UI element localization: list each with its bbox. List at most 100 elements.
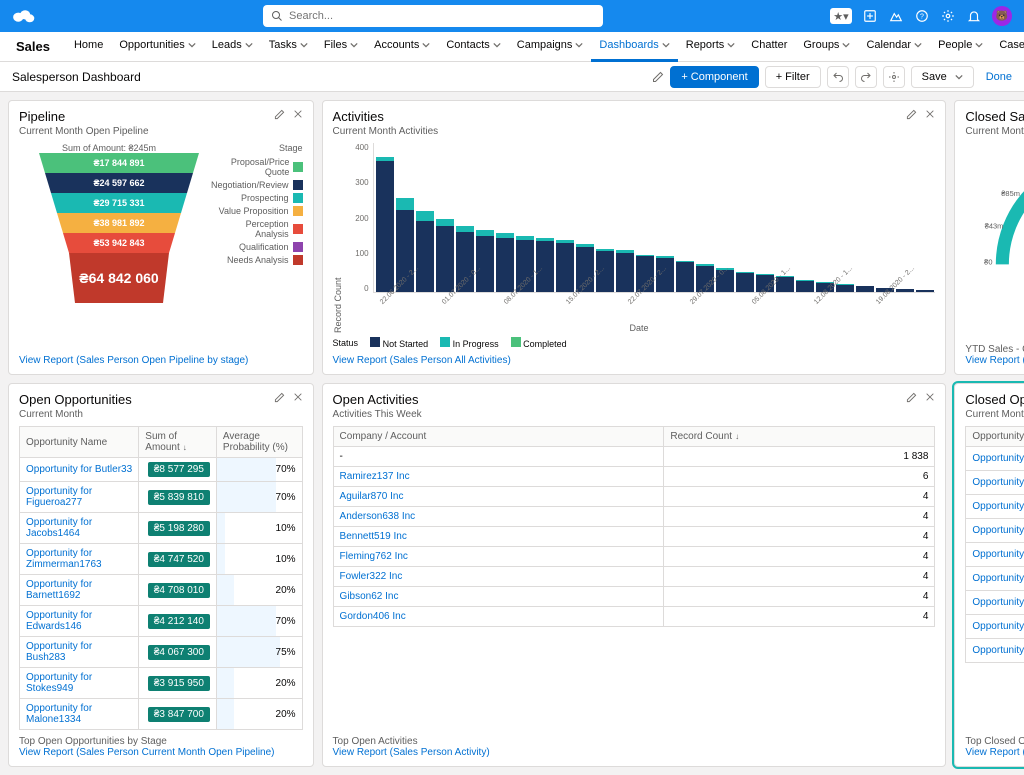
close-icon[interactable] — [293, 392, 303, 402]
opp-link[interactable]: Opportunity for Stokes949 — [26, 672, 92, 694]
legend-item: Proposal/Price Quote — [211, 157, 303, 177]
edit-icon[interactable] — [906, 392, 917, 403]
card-open-activities[interactable]: Open Activities Activities This Week Com… — [322, 383, 947, 767]
add-component-button[interactable]: + Component — [670, 66, 758, 88]
close-icon[interactable] — [293, 109, 303, 119]
col-name[interactable]: Opportunity Name — [20, 427, 139, 458]
undo-button[interactable] — [827, 66, 849, 88]
col-company[interactable]: Company / Account — [333, 427, 664, 447]
open-acts-table: Company / Account Record Count↓ -1 838Ra… — [333, 426, 936, 627]
report-link[interactable]: View Report (Sales Person MTD Sales) — [965, 355, 1024, 366]
account-link[interactable]: Gordon406 Inc — [340, 611, 406, 622]
report-link[interactable]: View Report (Sales Person All Activities… — [333, 355, 936, 366]
setup-icon[interactable] — [940, 8, 956, 24]
table-row: Opportunity for Martin324₴7 747k — [966, 447, 1024, 471]
edit-icon[interactable] — [274, 392, 285, 403]
card-closed-sales[interactable]: Closed Sales Current Month Actuals vs Qu… — [954, 100, 1024, 375]
svg-text:₴43m: ₴43m — [985, 221, 1004, 230]
opp-link[interactable]: Opportunity for Figueroa277 — [26, 486, 92, 508]
properties-button[interactable] — [883, 66, 905, 88]
funnel-segment: ₴17 844 891 — [39, 153, 199, 173]
y-axis-label: Record Count — [333, 143, 343, 333]
nav-item-leads[interactable]: Leads — [204, 32, 261, 62]
opp-link[interactable]: Opportunity for Edwards146 — [26, 610, 92, 632]
foot-note: Top Closed Opportunities — [965, 736, 1024, 747]
nav-item-campaigns[interactable]: Campaigns — [509, 32, 592, 62]
col-name[interactable]: Opportunity Name — [966, 427, 1024, 447]
favorites-icon[interactable]: ★▾ — [830, 8, 852, 24]
col-probability[interactable]: Average Probability (%) — [216, 427, 302, 458]
account-link[interactable]: Fleming762 Inc — [340, 551, 408, 562]
opp-link[interactable]: Opportunity for Martin324 — [972, 453, 1024, 464]
account-link[interactable]: Bennett519 Inc — [340, 531, 407, 542]
opp-link[interactable]: Opportunity for Bush283 — [26, 641, 92, 663]
table-row: Gibson62 Inc4 — [333, 587, 935, 607]
nav-item-dashboards[interactable]: Dashboards — [591, 32, 677, 62]
global-search[interactable] — [263, 5, 603, 27]
save-button[interactable]: Save — [911, 66, 974, 88]
opp-link[interactable]: Opportunity for Bass32 — [972, 645, 1024, 656]
search-input[interactable] — [289, 10, 595, 22]
account-link[interactable]: Anderson638 Inc — [340, 511, 416, 522]
edit-icon[interactable] — [906, 109, 917, 120]
done-button[interactable]: Done — [986, 71, 1012, 83]
nav-item-opportunities[interactable]: Opportunities — [111, 32, 203, 62]
opp-link[interactable]: Opportunity for Butler33 — [26, 464, 132, 475]
nav-item-groups[interactable]: Groups — [795, 32, 858, 62]
notifications-icon[interactable] — [966, 8, 982, 24]
col-count[interactable]: Record Count↓ — [664, 427, 935, 447]
card-open-opportunities[interactable]: Open Opportunities Current Month Opportu… — [8, 383, 314, 767]
card-closed-opportunities[interactable]: Closed Opportunities Current Month Oppor… — [954, 383, 1024, 767]
opp-link[interactable]: Opportunity for Alvarado1597 — [972, 573, 1024, 584]
opp-link[interactable]: Opportunity for Cunningham175 — [972, 597, 1024, 608]
opp-link[interactable]: Opportunity for Miles1826 — [972, 477, 1024, 488]
funnel-segment: ₴38 981 892 — [57, 213, 181, 233]
nav-item-people[interactable]: People — [930, 32, 991, 62]
redo-button[interactable] — [855, 66, 877, 88]
card-title: Closed Sales — [965, 109, 1024, 124]
nav-item-accounts[interactable]: Accounts — [366, 32, 438, 62]
funnel-segment: ₴64 842 060 — [69, 253, 169, 303]
opp-link[interactable]: Opportunity for Malone1334 — [26, 703, 92, 725]
edit-icon[interactable] — [274, 109, 285, 120]
report-link[interactable]: View Report (Sales Person Current Month … — [19, 747, 275, 758]
table-row: Bennett519 Inc4 — [333, 527, 935, 547]
close-icon[interactable] — [925, 109, 935, 119]
opp-link[interactable]: Opportunity for Daniel875 — [972, 525, 1024, 536]
opp-link[interactable]: Opportunity for Jacobs1464 — [26, 517, 92, 539]
opp-link[interactable]: Opportunity for Schultz1008 — [972, 501, 1024, 512]
nav-item-cases[interactable]: Cases — [991, 32, 1024, 62]
funnel-chart: ₴17 844 891₴24 597 662₴29 715 331₴38 981… — [39, 153, 199, 323]
nav-item-files[interactable]: Files — [316, 32, 366, 62]
nav-item-contacts[interactable]: Contacts — [438, 32, 508, 62]
dashboard-toolbar: Salesperson Dashboard + Component + Filt… — [0, 62, 1024, 92]
card-pipeline[interactable]: Pipeline Current Month Open Pipeline Sum… — [8, 100, 314, 375]
account-link[interactable]: Aguilar870 Inc — [340, 491, 404, 502]
nav-item-reports[interactable]: Reports — [678, 32, 744, 62]
trailhead-icon[interactable] — [888, 8, 904, 24]
nav-item-tasks[interactable]: Tasks — [261, 32, 316, 62]
col-amount[interactable]: Sum of Amount↓ — [139, 427, 217, 458]
opp-link[interactable]: Opportunity for Zimmerman1763 — [26, 548, 102, 570]
opp-link[interactable]: Opportunity for Watson580 — [972, 621, 1024, 632]
table-row: Anderson638 Inc4 — [333, 507, 935, 527]
add-filter-button[interactable]: + Filter — [765, 66, 821, 88]
nav-item-home[interactable]: Home — [66, 32, 111, 62]
dashboard-grid: Pipeline Current Month Open Pipeline Sum… — [0, 92, 1024, 775]
nav-item-calendar[interactable]: Calendar — [858, 32, 930, 62]
close-icon[interactable] — [925, 392, 935, 402]
avatar[interactable]: 🐻 — [992, 6, 1012, 26]
edit-title-icon[interactable] — [652, 71, 664, 83]
opp-link[interactable]: Opportunity for Barnett1692 — [26, 579, 92, 601]
account-link[interactable]: Gibson62 Inc — [340, 591, 399, 602]
help-icon[interactable]: ? — [914, 8, 930, 24]
card-activities[interactable]: Activities Current Month Activities Reco… — [322, 100, 947, 375]
nav-item-chatter[interactable]: Chatter — [743, 32, 795, 62]
report-link[interactable]: View Report (Sales Person Open Pipeline … — [19, 355, 303, 366]
add-icon[interactable] — [862, 8, 878, 24]
account-link[interactable]: Fowler322 Inc — [340, 571, 403, 582]
opp-link[interactable]: Opportunity for Ingram622 — [972, 549, 1024, 560]
report-link[interactable]: View Report (Sales Person MTD Sales) — [965, 747, 1024, 758]
account-link[interactable]: Ramirez137 Inc — [340, 471, 410, 482]
report-link[interactable]: View Report (Sales Person Activity) — [333, 747, 490, 758]
